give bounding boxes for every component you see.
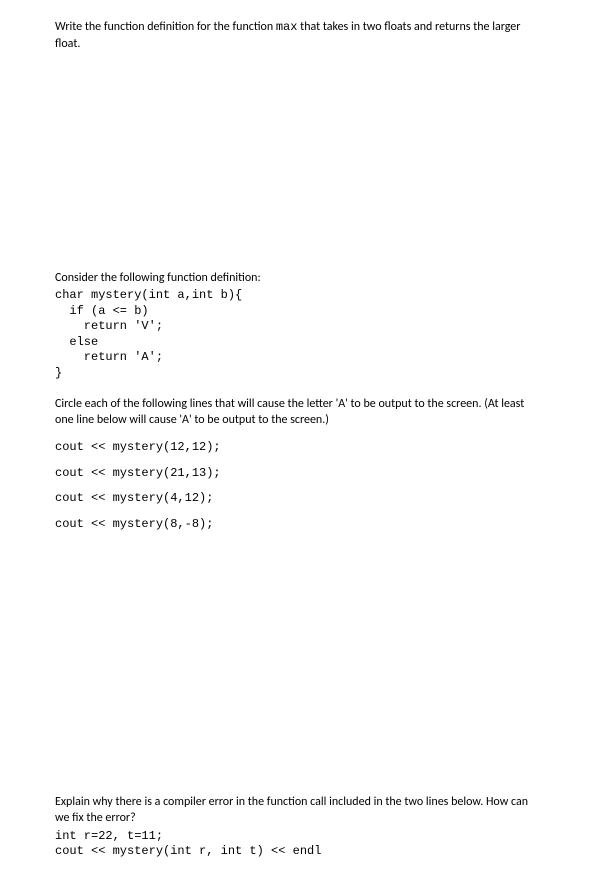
q2-code-block: char mystery(int a,int b){ if (a <= b) r… [55, 288, 541, 382]
q2-intro-text: Consider the following function definiti… [55, 270, 541, 286]
worksheet-page: Write the function definition for the fu… [0, 0, 596, 880]
q3-code-block: int r=22, t=11; cout << mystery(int r, i… [55, 829, 541, 860]
question-1: Write the function definition for the fu… [55, 19, 541, 52]
question-2: Consider the following function definiti… [55, 270, 541, 533]
q2-option-1: cout << mystery(12,12); [55, 440, 541, 456]
q2-instruction: Circle each of the following lines that … [55, 396, 541, 428]
blank-space [55, 532, 541, 794]
q1-text-part-a: Write the function definition for the fu… [55, 20, 276, 34]
q2-option-2: cout << mystery(21,13); [55, 466, 541, 482]
q2-option-3: cout << mystery(4,12); [55, 491, 541, 507]
q1-inline-code: max [276, 20, 298, 34]
q3-text: Explain why there is a compiler error in… [55, 794, 541, 826]
q2-option-4: cout << mystery(8,-8); [55, 517, 541, 533]
question-3: Explain why there is a compiler error in… [55, 794, 541, 860]
